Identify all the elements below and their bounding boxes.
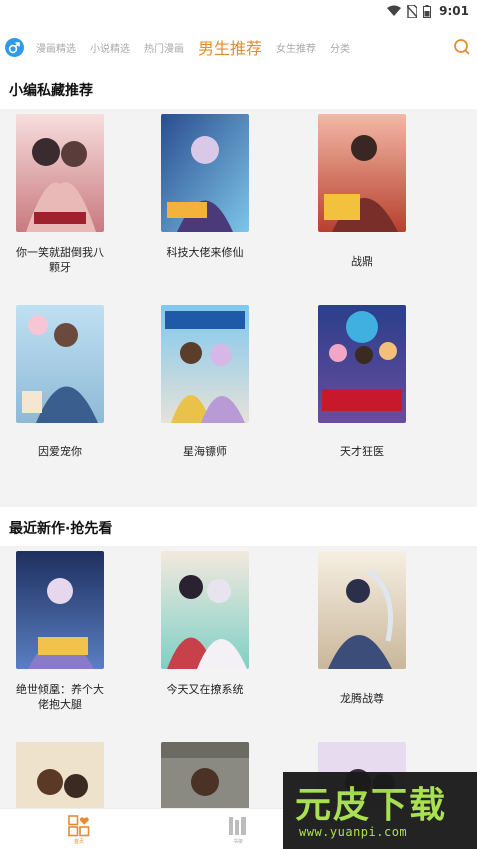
tab-male-recommend[interactable]: 男生推荐 xyxy=(198,35,262,59)
bookshelf-icon xyxy=(229,817,246,835)
comic-card[interactable]: 天才狂医 xyxy=(302,305,422,459)
comic-card[interactable]: 绝世倾凰：养个大佬抱大腿 xyxy=(0,551,120,712)
grid-heart-icon xyxy=(68,815,90,837)
section-title-editor-picks: 小编私藏推荐 xyxy=(9,83,93,99)
male-gender-button[interactable] xyxy=(5,38,24,57)
comic-cover[interactable] xyxy=(16,305,104,423)
comic-title: 你一笑就甜倒我八颗牙 xyxy=(16,246,104,274)
search-icon xyxy=(454,39,470,55)
comic-cover[interactable] xyxy=(161,305,249,423)
tab-novel-picks[interactable]: 小说精选 xyxy=(90,40,130,55)
comic-title: 龙腾战尊 xyxy=(340,692,384,705)
top-nav: 漫画精选 小说精选 热门漫画 男生推荐 女生推荐 分类 xyxy=(0,22,477,72)
comic-title: 绝世倾凰：养个大佬抱大腿 xyxy=(16,683,104,711)
watermark-title: 元皮下载 xyxy=(295,785,448,826)
comic-card[interactable]: 因爱宠你 xyxy=(0,305,120,459)
tab-comic-picks[interactable]: 漫画精选 xyxy=(36,40,76,55)
category-tabs: 漫画精选 小说精选 热门漫画 男生推荐 女生推荐 分类 xyxy=(36,22,364,72)
comic-cover[interactable] xyxy=(318,114,406,232)
comic-card[interactable]: 科技大佬来修仙 xyxy=(145,114,265,260)
wifi-icon xyxy=(387,5,402,16)
comic-card[interactable]: 星海镖师 xyxy=(145,305,265,459)
status-icons: 9:01 xyxy=(387,2,469,20)
watermark-logo: 元皮下载 www.yuanpi.com xyxy=(283,772,477,849)
comic-title: 星海镖师 xyxy=(183,445,227,458)
nav-home-label: 首页 xyxy=(73,839,84,845)
comic-cover[interactable] xyxy=(161,114,249,232)
nav-home[interactable]: 首页 xyxy=(59,815,99,845)
section-title-new-releases: 最近新作·抢先看 xyxy=(9,521,113,537)
comic-cover[interactable] xyxy=(318,551,406,669)
male-symbol-icon xyxy=(8,42,20,54)
no-sim-icon xyxy=(407,4,418,18)
comic-cover[interactable] xyxy=(16,551,104,669)
comic-card[interactable]: 战鼎 xyxy=(302,114,422,269)
comic-title: 科技大佬来修仙 xyxy=(166,246,244,259)
battery-icon xyxy=(423,4,432,18)
comic-title: 战鼎 xyxy=(351,255,373,268)
comic-card[interactable]: 你一笑就甜倒我八颗牙 xyxy=(0,114,120,275)
comic-title: 因爱宠你 xyxy=(38,445,82,458)
comic-cover[interactable] xyxy=(16,114,104,232)
tab-hot-comics[interactable]: 热门漫画 xyxy=(144,40,184,55)
tab-categories[interactable]: 分类 xyxy=(330,40,350,55)
editor-picks-grid: 你一笑就甜倒我八颗牙 科技大佬来修仙 战鼎 因爱宠你 星海镖师 天才狂医 xyxy=(0,109,477,507)
comic-card[interactable]: 龙腾战尊 xyxy=(302,551,422,706)
new-releases-grid: 绝世倾凰：养个大佬抱大腿 今天又在撩系统 龙腾战尊 xyxy=(0,546,477,849)
status-time: 9:01 xyxy=(439,4,469,18)
nav-bookshelf-label: 书架 xyxy=(232,839,243,845)
watermark-url: www.yuanpi.com xyxy=(299,825,408,839)
status-bar: 9:01 xyxy=(0,0,477,22)
nav-bookshelf[interactable]: 书架 xyxy=(218,815,258,845)
comic-title: 天才狂医 xyxy=(340,445,384,458)
comic-title: 今天又在撩系统 xyxy=(166,683,244,696)
comic-cover[interactable] xyxy=(161,551,249,669)
search-button[interactable] xyxy=(453,38,471,56)
tab-female-recommend[interactable]: 女生推荐 xyxy=(276,40,316,55)
comic-card[interactable]: 今天又在撩系统 xyxy=(145,551,265,697)
comic-cover[interactable] xyxy=(318,305,406,423)
